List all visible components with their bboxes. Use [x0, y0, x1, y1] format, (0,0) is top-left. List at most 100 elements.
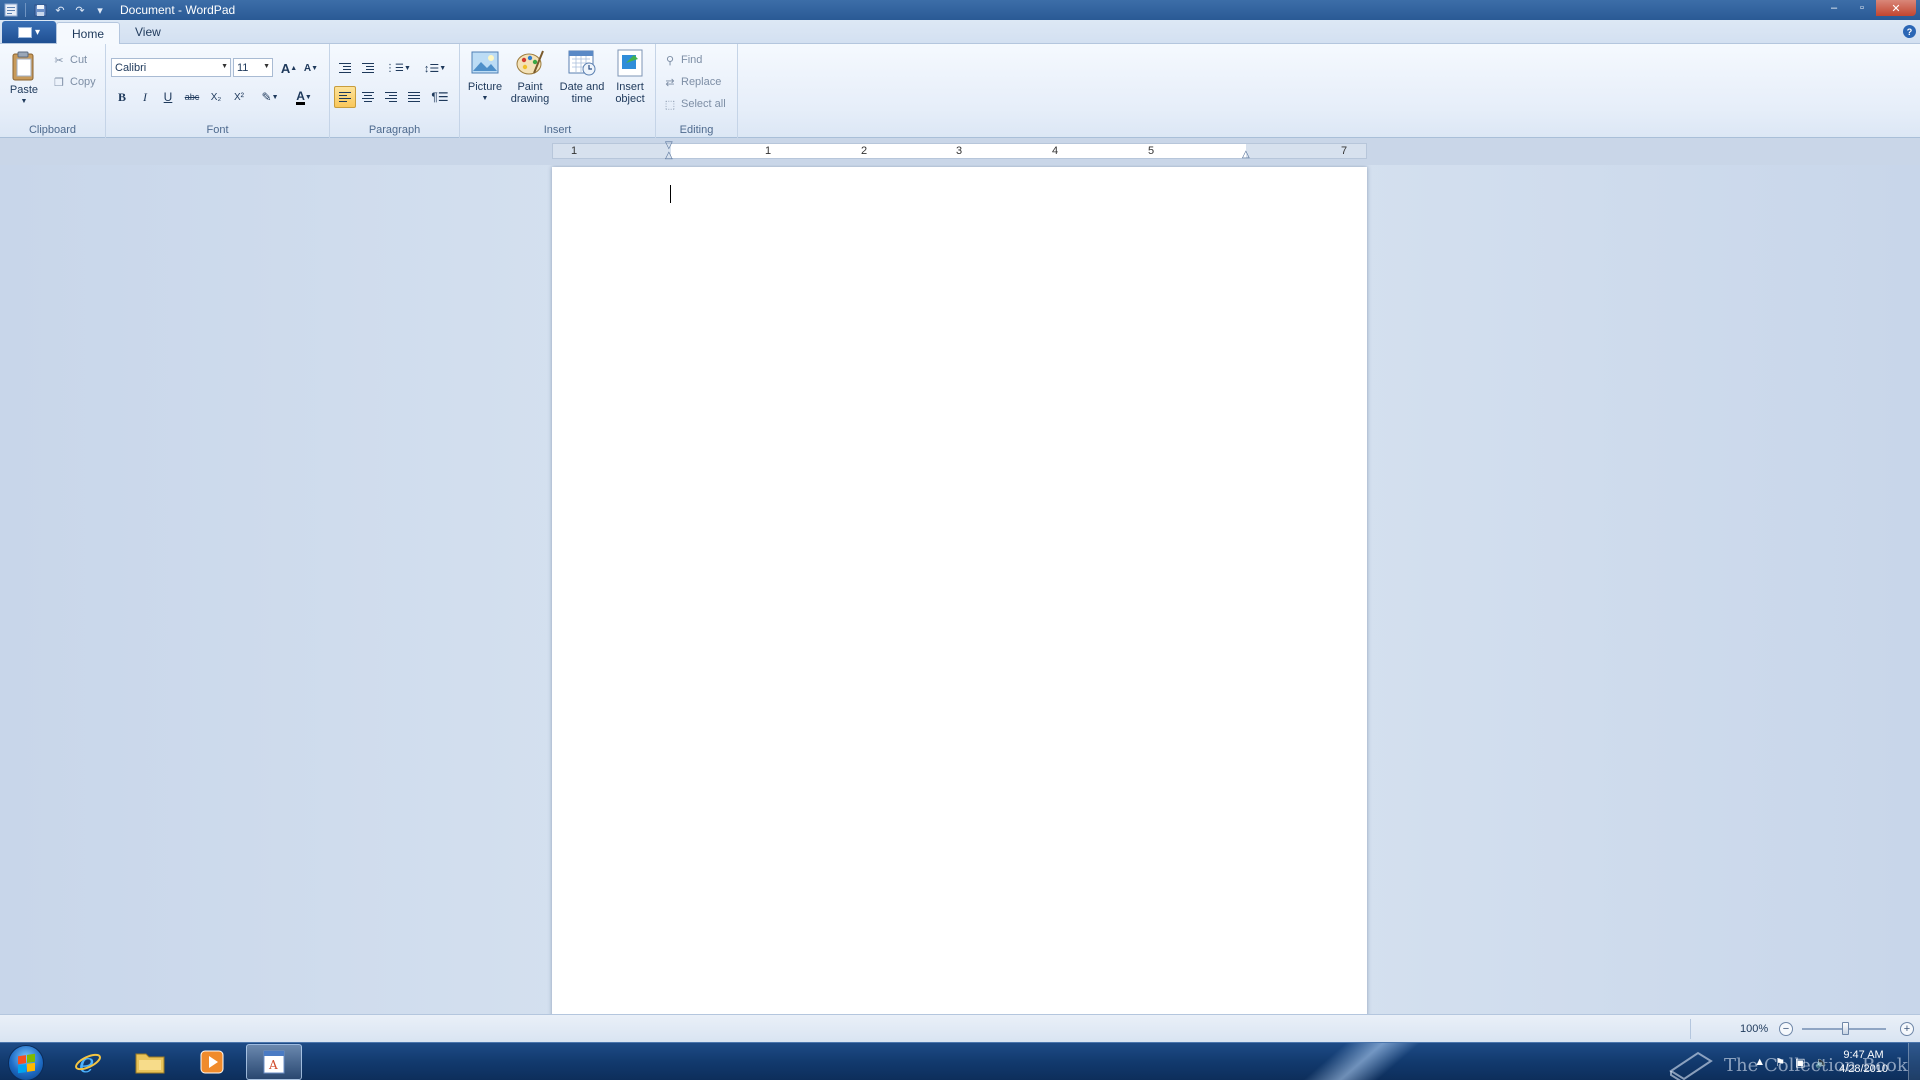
zoom-slider-thumb[interactable] — [1842, 1022, 1849, 1035]
ruler-number: 1 — [571, 145, 578, 157]
taskbar-media-player[interactable] — [184, 1044, 240, 1080]
text-caret — [670, 185, 671, 203]
chevron-down-icon: ▼ — [481, 95, 489, 102]
insert-object-icon — [617, 49, 643, 77]
paint-drawing-button[interactable]: Paint drawing — [506, 47, 554, 105]
maximize-button[interactable]: ▫ — [1848, 0, 1876, 16]
strikethrough-button[interactable]: abc — [181, 86, 203, 108]
align-left-icon — [339, 92, 351, 102]
font-size-value: 11 — [237, 61, 249, 74]
hanging-indent-marker[interactable]: △ — [665, 150, 673, 161]
help-icon[interactable]: ? — [1903, 25, 1916, 38]
replace-button[interactable]: ⇄ Replace — [663, 73, 721, 91]
svg-text:e: e — [79, 1049, 94, 1077]
select-all-button[interactable]: ⬚ Select all — [663, 95, 726, 113]
close-button[interactable]: ✕ — [1876, 0, 1916, 16]
select-all-label: Select all — [681, 98, 726, 110]
tab-home[interactable]: Home — [56, 22, 121, 44]
document-page[interactable] — [552, 167, 1367, 1014]
volume-icon[interactable]: 🔈 — [1815, 1056, 1829, 1069]
ribbon-tabs: ▾ Home View ? — [0, 20, 1920, 44]
quick-access-toolbar: ↶ ↷ ▾ — [0, 0, 108, 20]
show-hidden-icons-icon[interactable]: ▲ — [1754, 1056, 1765, 1068]
clock[interactable]: 9:47 AM 4/28/2010 — [1839, 1048, 1888, 1076]
undo-icon[interactable]: ↶ — [52, 2, 68, 18]
subscript-button[interactable]: X₂ — [205, 86, 227, 108]
network-icon[interactable]: ▣ — [1795, 1056, 1805, 1069]
paste-icon — [12, 51, 34, 81]
minimize-button[interactable]: – — [1820, 0, 1848, 16]
copy-label: Copy — [70, 76, 96, 88]
line-spacing-button[interactable]: ↕☰ ▼ — [419, 57, 451, 79]
picture-icon — [471, 51, 499, 74]
paragraph-settings-button[interactable]: ¶☰ — [429, 86, 451, 108]
copy-button[interactable]: ❐ Copy — [52, 73, 96, 91]
calendar-clock-icon — [568, 50, 596, 76]
date-time-label: Date and time — [559, 81, 605, 105]
font-family-select[interactable]: Calibri ▼ — [111, 58, 231, 77]
right-indent-marker[interactable]: △ — [1242, 149, 1250, 160]
redo-icon[interactable]: ↷ — [72, 2, 88, 18]
taskbar-glow — [1266, 1043, 1454, 1080]
align-center-button[interactable] — [357, 86, 379, 108]
ruler-number: 4 — [1052, 145, 1059, 157]
svg-text:A: A — [268, 1058, 278, 1072]
highlight-color-button[interactable]: ✎ ▼ — [255, 86, 285, 108]
bullet-list-icon: ⋮☰ — [385, 62, 405, 74]
ribbon: Paste ▼ ✂ Cut ❐ Copy Clipboard Calibri ▼… — [0, 44, 1920, 138]
window-title: Document - WordPad — [120, 3, 236, 17]
tab-view[interactable]: View — [120, 21, 176, 43]
paragraph-group-label: Paragraph — [368, 124, 421, 136]
picture-button[interactable]: Picture ▼ — [466, 47, 504, 105]
windows-logo-icon — [17, 1053, 35, 1073]
shrink-font-button[interactable]: A ▼ — [300, 57, 322, 79]
font-family-value: Calibri — [115, 61, 147, 74]
date-time-button[interactable]: Date and time — [556, 47, 608, 105]
replace-icon: ⇄ — [665, 76, 675, 89]
taskbar-internet-explorer[interactable]: e — [60, 1044, 116, 1080]
book-logo-icon — [1669, 1051, 1713, 1080]
zoom-level[interactable]: 100% — [1740, 1023, 1768, 1035]
taskbar: e A The Collection Book ▲ ⚑ ▣ 🔈 9:47 AM … — [0, 1042, 1920, 1080]
show-desktop-button[interactable] — [1908, 1043, 1920, 1080]
find-button[interactable]: ⚲ Find — [663, 51, 702, 69]
taskbar-wordpad[interactable]: A — [246, 1044, 302, 1080]
save-icon[interactable] — [32, 2, 48, 18]
zoom-out-button[interactable]: − — [1779, 1022, 1793, 1036]
align-center-icon — [362, 92, 374, 102]
cut-button[interactable]: ✂ Cut — [52, 51, 87, 69]
insert-object-button[interactable]: Insert object — [608, 47, 652, 105]
application-menu-button[interactable]: ▾ — [2, 21, 56, 43]
paragraph-group: ⋮☰ ▼ ↕☰ ▼ ¶☰ Paragraph — [330, 44, 460, 138]
align-right-button[interactable] — [380, 86, 402, 108]
palette-icon — [516, 50, 544, 75]
paste-button[interactable]: Paste ▼ — [8, 50, 40, 108]
align-left-button[interactable] — [334, 86, 356, 108]
ruler-number: 2 — [861, 145, 868, 157]
start-button[interactable] — [8, 1045, 44, 1080]
taskbar-windows-explorer[interactable] — [122, 1044, 178, 1080]
justify-button[interactable] — [403, 86, 425, 108]
title-bar: ↶ ↷ ▾ Document - WordPad – ▫ ✕ — [0, 0, 1920, 20]
increase-indent-button[interactable] — [357, 57, 379, 79]
grow-font-button[interactable]: A ▲ — [278, 57, 300, 79]
align-right-icon — [385, 92, 397, 102]
paste-label: Paste — [9, 84, 39, 96]
document-workspace — [0, 165, 1920, 1014]
app-icon[interactable] — [3, 2, 19, 18]
text-color-icon: A — [296, 88, 305, 105]
zoom-in-button[interactable]: + — [1900, 1022, 1914, 1036]
underline-button[interactable]: U — [157, 86, 179, 108]
superscript-button[interactable]: X² — [228, 86, 250, 108]
text-color-button[interactable]: A ▼ — [289, 86, 319, 108]
action-center-flag-icon[interactable]: ⚑ — [1775, 1056, 1785, 1069]
decrease-indent-button[interactable] — [334, 57, 356, 79]
customize-qat-icon[interactable]: ▾ — [92, 2, 108, 18]
italic-button[interactable]: I — [134, 86, 156, 108]
bold-button[interactable]: B — [111, 86, 133, 108]
folder-icon — [135, 1053, 165, 1074]
bullets-button[interactable]: ⋮☰ ▼ — [382, 57, 414, 79]
font-size-select[interactable]: 11 ▼ — [233, 58, 273, 77]
media-player-icon — [200, 1050, 224, 1074]
ruler-area: 1 1 2 3 4 5 7 ▽ △ △ — [0, 139, 1920, 165]
